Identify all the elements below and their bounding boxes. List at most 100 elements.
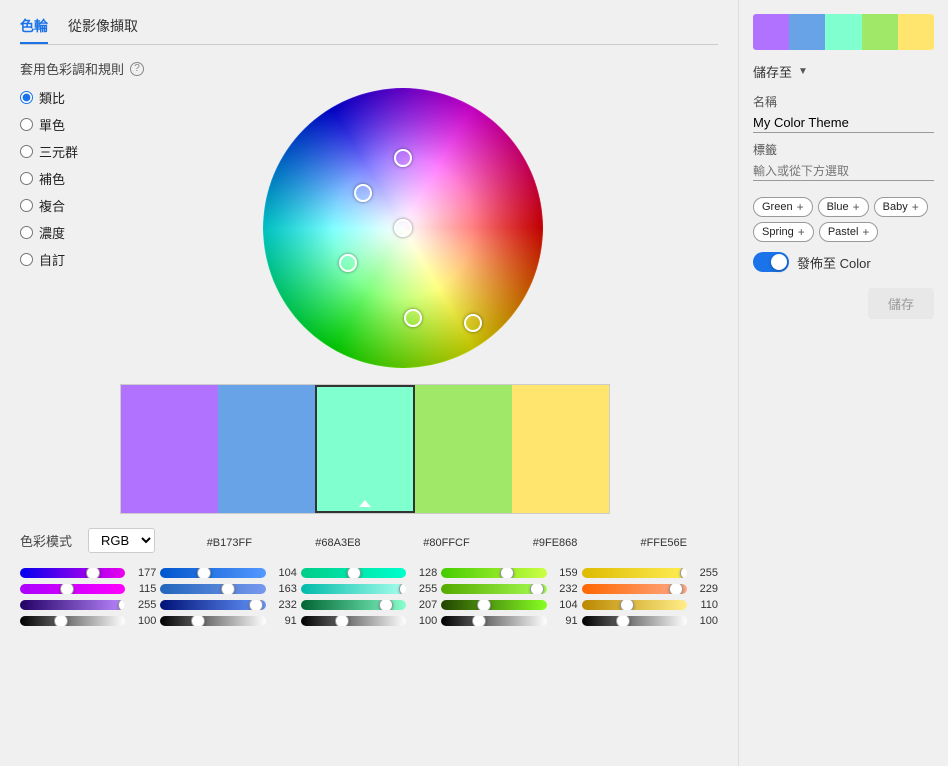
swatch-3[interactable] bbox=[415, 385, 512, 513]
slider-track-2-4[interactable] bbox=[582, 600, 687, 610]
wheel-handle-upper-left[interactable] bbox=[354, 184, 372, 202]
slider-value-3-2: 100 bbox=[409, 615, 437, 627]
slider-thumb-1-0[interactable] bbox=[60, 584, 74, 594]
slider-group-1-3: 232 bbox=[441, 583, 577, 595]
info-icon[interactable]: ? bbox=[130, 62, 144, 76]
slider-group-2-2: 207 bbox=[301, 599, 437, 611]
slider-track-0-3[interactable] bbox=[441, 568, 546, 578]
slider-thumb-2-3[interactable] bbox=[477, 600, 491, 610]
slider-track-0-2[interactable] bbox=[301, 568, 406, 578]
hex-label-4: #FFE56E bbox=[609, 537, 718, 549]
color-mode-select[interactable]: RGB HSB Lab bbox=[88, 528, 155, 553]
slider-track-3-3[interactable] bbox=[441, 616, 546, 626]
wheel-handle-center[interactable] bbox=[394, 219, 412, 237]
slider-thumb-3-0[interactable] bbox=[54, 616, 68, 626]
slider-track-1-1[interactable] bbox=[160, 584, 265, 594]
slider-track-2-3[interactable] bbox=[441, 600, 546, 610]
save-to-label: 儲存至 bbox=[753, 62, 792, 81]
radio-compound[interactable]: 複合 bbox=[20, 196, 78, 215]
slider-value-1-4: 229 bbox=[690, 583, 718, 595]
slider-thumb-1-4[interactable] bbox=[669, 584, 683, 594]
tag-baby[interactable]: Baby + bbox=[874, 197, 928, 217]
swatch-2[interactable] bbox=[315, 385, 416, 513]
slider-thumb-1-2[interactable] bbox=[399, 584, 406, 594]
swatch-1[interactable] bbox=[218, 385, 315, 513]
wheel-handle-right[interactable] bbox=[464, 314, 482, 332]
slider-value-1-0: 115 bbox=[128, 583, 156, 595]
slider-row-1: 115163255232229 bbox=[20, 583, 718, 595]
slider-track-2-2[interactable] bbox=[301, 600, 406, 610]
slider-track-2-1[interactable] bbox=[160, 600, 265, 610]
slider-thumb-1-3[interactable] bbox=[530, 584, 544, 594]
main-panel: 色輪 從影像擷取 套用色彩調和規則 ? 類比 單色 三元群 補色 複合 bbox=[0, 0, 738, 766]
right-sidebar: 儲存至 ▼ 名稱 標籤 Green + Blue + Baby + Spring… bbox=[738, 0, 948, 766]
save-to-row[interactable]: 儲存至 ▼ bbox=[753, 62, 934, 81]
slider-thumb-2-4[interactable] bbox=[620, 600, 634, 610]
hex-label-3: #9FE868 bbox=[501, 537, 610, 549]
wheel-handle-bottom-center[interactable] bbox=[404, 309, 422, 327]
slider-track-3-1[interactable] bbox=[160, 616, 265, 626]
tag-green[interactable]: Green + bbox=[753, 197, 813, 217]
slider-thumb-3-1[interactable] bbox=[191, 616, 205, 626]
slider-thumb-0-1[interactable] bbox=[197, 568, 211, 578]
radio-triadic[interactable]: 三元群 bbox=[20, 142, 78, 161]
slider-thumb-3-2[interactable] bbox=[335, 616, 349, 626]
tags-label: 標籤 bbox=[753, 141, 934, 158]
radio-monochrome[interactable]: 單色 bbox=[20, 115, 78, 134]
wheel-handle-top[interactable] bbox=[394, 149, 412, 167]
tags-field-row: 標籤 bbox=[753, 141, 934, 189]
color-wheel-container bbox=[88, 88, 718, 368]
slider-track-3-0[interactable] bbox=[20, 616, 125, 626]
slider-track-2-0[interactable] bbox=[20, 600, 125, 610]
slider-group-0-2: 128 bbox=[301, 567, 437, 579]
chevron-down-icon[interactable]: ▼ bbox=[798, 66, 808, 77]
tag-spring[interactable]: Spring + bbox=[753, 222, 814, 242]
slider-thumb-0-4[interactable] bbox=[680, 568, 687, 578]
slider-thumb-2-0[interactable] bbox=[118, 600, 125, 610]
radio-complementary[interactable]: 補色 bbox=[20, 169, 78, 188]
tag-pastel[interactable]: Pastel + bbox=[819, 222, 879, 242]
tag-blue[interactable]: Blue + bbox=[818, 197, 869, 217]
tab-from-image[interactable]: 從影像擷取 bbox=[68, 16, 138, 44]
slider-track-1-3[interactable] bbox=[441, 584, 546, 594]
slider-thumb-0-2[interactable] bbox=[347, 568, 361, 578]
slider-thumb-0-0[interactable] bbox=[86, 568, 100, 578]
slider-thumb-2-2[interactable] bbox=[379, 600, 393, 610]
tags-input[interactable] bbox=[753, 162, 934, 181]
hex-label-1: #68A3E8 bbox=[284, 537, 393, 549]
slider-track-1-2[interactable] bbox=[301, 584, 406, 594]
tab-color-wheel[interactable]: 色輪 bbox=[20, 16, 48, 44]
slider-thumb-2-1[interactable] bbox=[249, 600, 263, 610]
radio-analogous[interactable]: 類比 bbox=[20, 88, 78, 107]
slider-group-2-0: 255 bbox=[20, 599, 156, 611]
slider-track-0-1[interactable] bbox=[160, 568, 265, 578]
slider-group-0-3: 159 bbox=[441, 567, 577, 579]
slider-thumb-3-3[interactable] bbox=[472, 616, 486, 626]
radio-custom[interactable]: 自訂 bbox=[20, 250, 78, 269]
wheel-handle-left[interactable] bbox=[339, 254, 357, 272]
slider-group-2-4: 110 bbox=[582, 599, 718, 611]
slider-track-3-2[interactable] bbox=[301, 616, 406, 626]
save-button[interactable]: 儲存 bbox=[868, 288, 934, 319]
slider-thumb-3-4[interactable] bbox=[616, 616, 630, 626]
slider-track-0-4[interactable] bbox=[582, 568, 687, 578]
slider-thumb-0-3[interactable] bbox=[500, 568, 514, 578]
harmony-label: 套用色彩調和規則 bbox=[20, 59, 124, 78]
slider-group-3-0: 100 bbox=[20, 615, 156, 627]
radio-shades[interactable]: 濃度 bbox=[20, 223, 78, 242]
name-input[interactable] bbox=[753, 113, 934, 133]
slider-group-3-1: 91 bbox=[160, 615, 296, 627]
hex-labels: #B173FF #68A3E8 #80FFCF #9FE868 #FFE56E bbox=[175, 537, 718, 549]
slider-thumb-1-1[interactable] bbox=[221, 584, 235, 594]
color-wheel[interactable] bbox=[263, 88, 543, 368]
swatch-0[interactable] bbox=[121, 385, 218, 513]
slider-value-3-4: 100 bbox=[690, 615, 718, 627]
slider-track-0-0[interactable] bbox=[20, 568, 125, 578]
swatch-4[interactable] bbox=[512, 385, 609, 513]
slider-track-3-4[interactable] bbox=[582, 616, 687, 626]
slider-group-1-2: 255 bbox=[301, 583, 437, 595]
slider-track-1-0[interactable] bbox=[20, 584, 125, 594]
publish-toggle[interactable] bbox=[753, 252, 789, 272]
slider-track-1-4[interactable] bbox=[582, 584, 687, 594]
preview-swatch-2 bbox=[825, 14, 861, 50]
